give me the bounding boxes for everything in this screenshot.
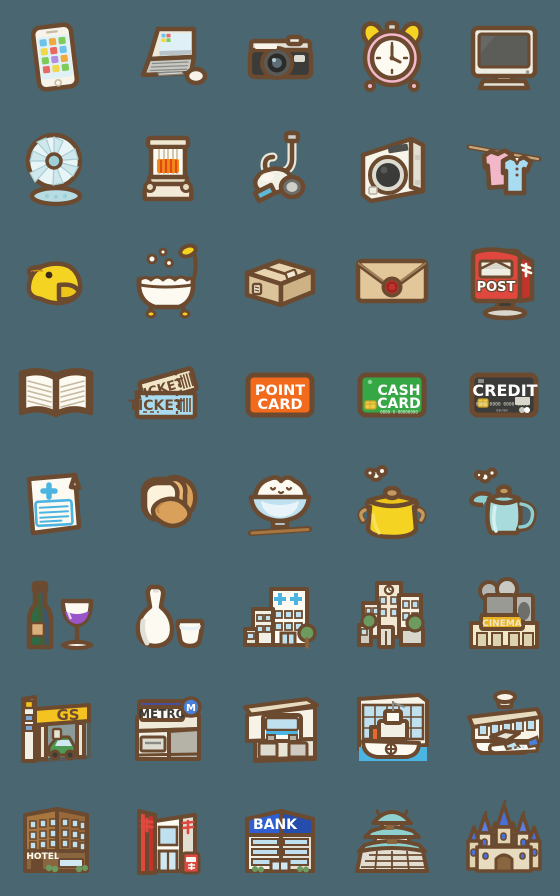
emoji-cell-post-box[interactable]: POST [448,224,560,336]
emoji-cell-office-building[interactable] [336,560,448,672]
cash-card-icon: CASH CARD 0000-0-00000000 [357,372,427,418]
bank-label: BANK [253,817,298,833]
emoji-cell-smartphone[interactable] [0,0,112,112]
bathtub-icon [136,243,198,319]
television-icon [470,25,538,91]
emoji-cell-tickets[interactable]: TICKET TICKET [112,336,224,448]
office-building-icon [357,581,425,649]
emoji-cell-cinema[interactable]: CINEMA [448,560,560,672]
gas-station-icon: GS [21,695,91,763]
teapot-icon [469,467,537,536]
cinema-label: CINEMA [482,619,522,629]
kerosene-heater-icon [142,135,194,202]
fairytale-castle-icon [466,799,542,873]
post-box-label: POST [477,280,516,295]
emoji-cell-cash-card[interactable]: CASH CARD 0000-0-00000000 [336,336,448,448]
camera-icon [247,34,314,80]
emoji-cell-television[interactable] [448,0,560,112]
emoji-cell-sake-set[interactable] [112,560,224,672]
emoji-cell-open-book[interactable] [0,336,112,448]
emoji-cell-point-card[interactable]: POINT CARD [224,336,336,448]
emoji-cell-airport[interactable] [448,672,560,784]
japanese-castle-icon [355,809,429,873]
parcel-box-icon [244,258,316,308]
emoji-cell-washing-machine[interactable] [336,112,448,224]
point-card-label-2: CARD [257,397,302,413]
emoji-cell-fairytale-castle[interactable] [448,784,560,896]
emoji-cell-train-station[interactable] [224,672,336,784]
emoji-cell-gas-station[interactable]: GS [0,672,112,784]
emoji-cell-electric-fan[interactable] [0,112,112,224]
laptop-icon [140,26,208,86]
emoji-cell-bread[interactable] [112,448,224,560]
emoji-grid: POST TICKET TICKET POINT CARD CASH CARD … [0,0,560,896]
hotel-icon: HOTEL [23,807,89,873]
prescription-icon [26,472,82,536]
metro-label: METRO [138,707,186,721]
rice-bowl-icon [248,475,312,536]
emoji-cell-laundry[interactable] [448,112,560,224]
open-book-icon [18,368,94,418]
tickets-icon: TICKET TICKET [129,366,199,420]
sake-set-icon [135,584,205,649]
train-station-icon [243,697,319,763]
metro-m-label: M [186,703,196,714]
emoji-cell-rubber-duck[interactable] [0,224,112,336]
post-office-icon [137,809,201,875]
emoji-cell-hospital[interactable] [224,560,336,672]
cooking-pot-icon [357,465,427,540]
emoji-cell-bathtub[interactable] [112,224,224,336]
emoji-cell-vacuum-cleaner[interactable] [224,112,336,224]
hospital-icon [243,587,317,649]
emoji-cell-ferry-terminal[interactable] [336,672,448,784]
emoji-cell-rice-bowl[interactable] [224,448,336,560]
metro-station-icon: METRO M [135,696,202,761]
alarm-clock-icon [361,20,423,92]
emoji-cell-metro-station[interactable]: METRO M [112,672,224,784]
airport-icon [467,690,543,755]
emoji-cell-parcel-box[interactable] [224,224,336,336]
emoji-cell-japanese-castle[interactable] [336,784,448,896]
cash-card-number: 0000-0-00000000 [380,410,418,415]
emoji-cell-alarm-clock[interactable] [336,0,448,112]
smartphone-icon [30,22,80,92]
emoji-cell-kerosene-heater[interactable] [112,112,224,224]
post-box-icon: POST [470,247,535,321]
gas-station-label: GS [56,706,79,724]
emoji-cell-teapot[interactable] [448,448,560,560]
emoji-cell-camera[interactable] [224,0,336,112]
emoji-cell-cooking-pot[interactable] [336,448,448,560]
wine-icon [26,580,94,650]
emoji-cell-bank[interactable]: BANK [224,784,336,896]
emoji-cell-sealed-letter[interactable] [336,224,448,336]
vacuum-cleaner-icon [252,130,306,204]
point-card-icon: POINT CARD [245,372,315,418]
emoji-cell-credit-card[interactable]: CREDIT 0000 0000 0000 0000 00/00 [448,336,560,448]
washing-machine-icon [360,136,426,204]
credit-card-valid: 00/00 [496,408,508,413]
emoji-cell-post-office[interactable] [112,784,224,896]
bank-icon: BANK [245,809,315,873]
bread-icon [140,474,198,529]
electric-fan-icon [25,132,83,207]
credit-card-icon: CREDIT 0000 0000 0000 0000 00/00 [469,372,539,418]
cinema-icon: CINEMA [469,577,539,649]
rubber-duck-icon [26,261,83,306]
ferry-terminal-icon [357,693,429,761]
laundry-icon [466,144,542,196]
emoji-cell-laptop[interactable] [112,0,224,112]
emoji-cell-wine[interactable] [0,560,112,672]
sealed-letter-icon [355,258,429,304]
ticket-label-bottom: TICKET [129,398,184,414]
emoji-cell-hotel[interactable]: HOTEL [0,784,112,896]
emoji-cell-prescription[interactable] [0,448,112,560]
